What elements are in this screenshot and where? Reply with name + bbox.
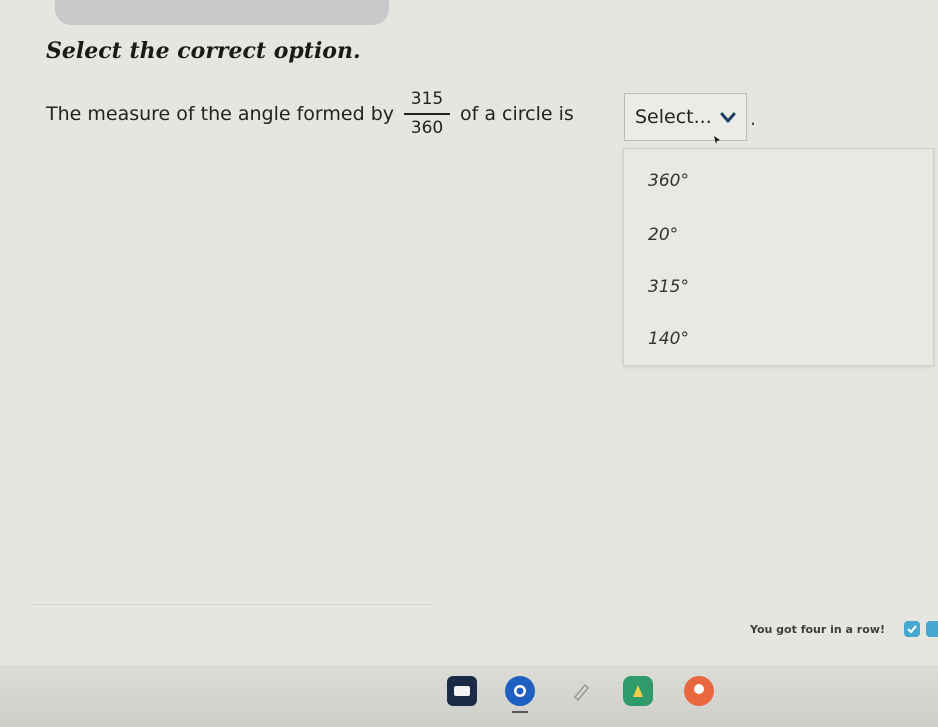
chevron-down-icon: [720, 112, 736, 123]
question-suffix: of a circle is: [460, 103, 574, 125]
assistant-icon[interactable]: [684, 676, 714, 706]
question-end-punct: .: [750, 108, 757, 130]
question-text: The measure of the angle formed by 315 3…: [46, 84, 574, 144]
chrome-icon[interactable]: [505, 676, 535, 706]
option-360[interactable]: 360°: [648, 171, 689, 191]
files-icon[interactable]: [447, 676, 477, 706]
fraction: 315 360: [404, 89, 451, 138]
streak-check-icon: [904, 621, 920, 637]
drive-icon[interactable]: [623, 676, 653, 706]
chrome-active-indicator: [512, 711, 528, 713]
mouse-cursor-icon: [714, 136, 720, 144]
top-tab: [55, 0, 389, 25]
select-current-value: Select...: [635, 106, 712, 128]
instruction-heading: Select the correct option.: [46, 38, 361, 64]
divider: [30, 604, 430, 605]
question-prefix: The measure of the angle formed by: [46, 103, 395, 125]
pen-icon[interactable]: [566, 676, 596, 706]
option-140[interactable]: 140°: [648, 329, 689, 349]
option-20[interactable]: 20°: [648, 225, 678, 245]
option-315[interactable]: 315°: [648, 277, 689, 297]
select-dropdown: 360° 20° 315° 140°: [623, 148, 934, 366]
streak-message: You got four in a row!: [750, 623, 885, 636]
streak-badge-icon: [926, 621, 938, 637]
answer-select[interactable]: Select...: [624, 93, 747, 141]
fraction-denominator: 360: [410, 118, 444, 138]
fraction-numerator: 315: [410, 89, 444, 109]
